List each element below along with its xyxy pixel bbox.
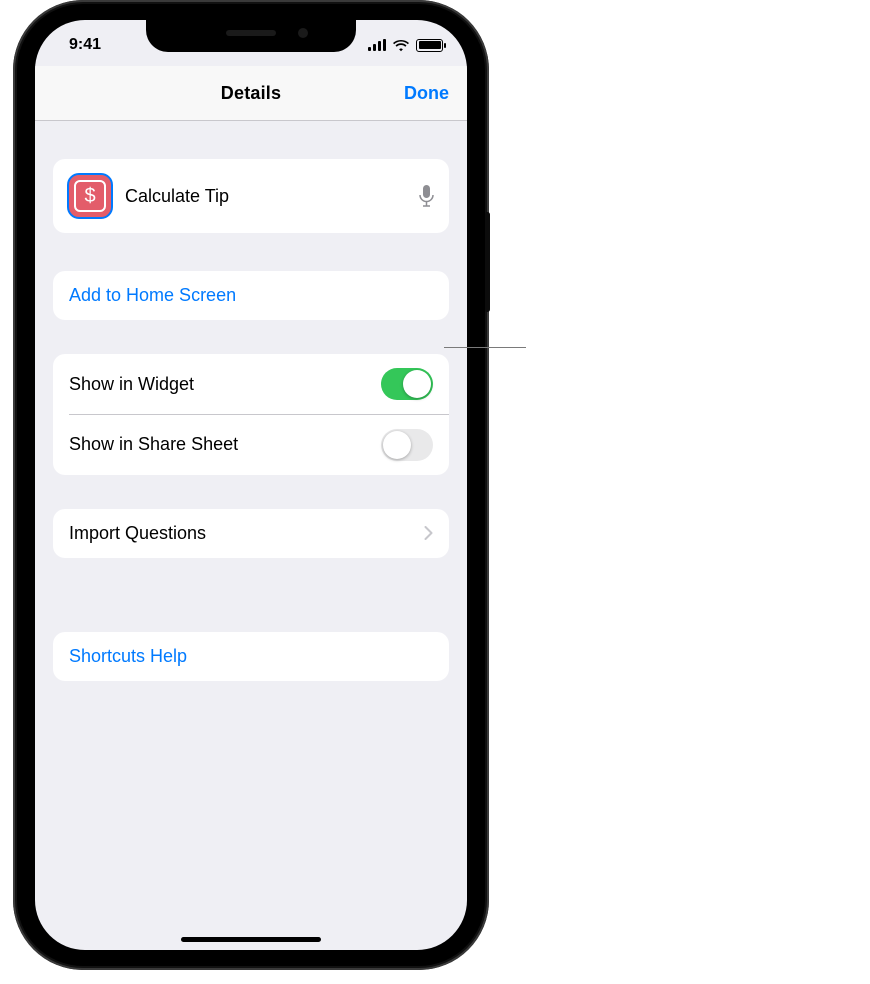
shortcut-icon-button[interactable]: $: [67, 173, 113, 219]
power-button: [485, 212, 490, 312]
notch: [146, 20, 356, 52]
nav-bar: Details Done: [35, 66, 467, 121]
shortcut-header-card: $ Calculate Tip: [53, 159, 449, 233]
phone-screen: 9:41 Details Done: [35, 20, 467, 950]
show-in-share-sheet-row: Show in Share Sheet: [53, 415, 449, 475]
battery-icon: [416, 39, 443, 52]
dollar-icon: $: [74, 180, 106, 212]
callout-line: [444, 347, 526, 348]
wifi-icon: [392, 39, 410, 52]
import-questions-label: Import Questions: [69, 523, 424, 544]
help-card: Shortcuts Help: [53, 632, 449, 681]
show-in-share-sheet-toggle[interactable]: [381, 429, 433, 461]
done-button[interactable]: Done: [404, 83, 449, 104]
shortcut-name-input[interactable]: Calculate Tip: [125, 186, 406, 207]
add-to-home-button[interactable]: Add to Home Screen: [53, 271, 449, 320]
home-indicator[interactable]: [181, 937, 321, 942]
import-questions-card: Import Questions: [53, 509, 449, 558]
show-in-share-sheet-label: Show in Share Sheet: [69, 434, 381, 455]
show-in-widget-label: Show in Widget: [69, 374, 381, 395]
page-title: Details: [221, 83, 281, 104]
status-time: 9:41: [59, 32, 101, 54]
show-in-widget-row: Show in Widget: [53, 354, 449, 414]
cellular-signal-icon: [368, 39, 386, 51]
add-to-home-card: Add to Home Screen: [53, 271, 449, 320]
show-in-widget-toggle[interactable]: [381, 368, 433, 400]
import-questions-button[interactable]: Import Questions: [53, 509, 449, 558]
microphone-icon[interactable]: [418, 184, 435, 208]
shortcuts-help-button[interactable]: Shortcuts Help: [53, 632, 449, 681]
phone-frame: 9:41 Details Done: [13, 0, 489, 970]
toggles-card: Show in Widget Show in Share Sheet: [53, 354, 449, 475]
chevron-right-icon: [424, 526, 433, 540]
